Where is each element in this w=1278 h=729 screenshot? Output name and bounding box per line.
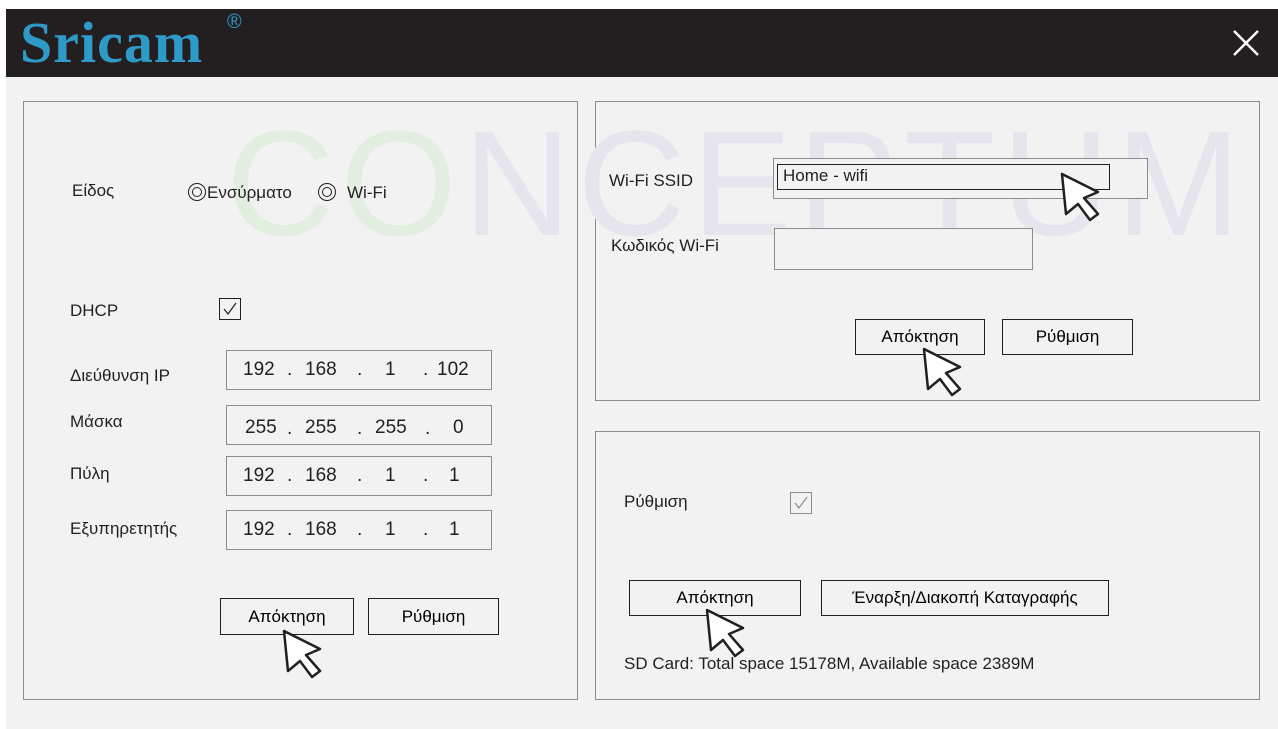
octet: 1 bbox=[449, 465, 460, 486]
octet: 1 bbox=[449, 519, 460, 540]
sd-card-status: SD Card: Total space 15178M, Available s… bbox=[624, 654, 1035, 673]
dhcp-label: DHCP bbox=[70, 301, 119, 320]
field-label-ip: Διεύθυνση IP bbox=[70, 366, 170, 385]
wifi-password-input[interactable] bbox=[774, 228, 1033, 270]
wifi-password-label: Κωδικός Wi-Fi bbox=[611, 236, 719, 255]
ip-address-input[interactable]: 192 . 168 . 1 . 102 bbox=[226, 350, 492, 390]
octet: 168 bbox=[305, 359, 337, 380]
wifi-radio[interactable] bbox=[318, 183, 336, 201]
check-icon bbox=[794, 496, 808, 509]
octet: 168 bbox=[305, 465, 337, 486]
record-get-button[interactable]: Απόκτηση bbox=[629, 580, 801, 616]
network-get-button[interactable]: Απόκτηση bbox=[220, 598, 354, 635]
field-label-mask: Μάσκα bbox=[70, 412, 123, 431]
network-set-button[interactable]: Ρύθμιση bbox=[368, 598, 499, 635]
gateway-input[interactable]: 192 . 168 . 1 . 1 bbox=[226, 456, 492, 496]
check-icon bbox=[223, 302, 237, 315]
dhcp-checkbox[interactable] bbox=[219, 298, 241, 320]
ssid-input[interactable]: Home - wifi bbox=[773, 158, 1148, 199]
field-label-dns: Εξυπηρετητής bbox=[70, 519, 178, 538]
title-bar: Sricam ® bbox=[6, 9, 1278, 77]
type-label: Είδος bbox=[72, 181, 115, 200]
octet: 255 bbox=[245, 417, 277, 438]
subnet-mask-input[interactable]: 255 . 255 . 255 . 0 bbox=[226, 405, 492, 445]
brand-logo: Sricam bbox=[20, 10, 204, 75]
octet: 102 bbox=[437, 359, 469, 380]
octet: 192 bbox=[243, 465, 275, 486]
octet: 1 bbox=[385, 359, 396, 380]
wifi-option-label[interactable]: Wi-Fi bbox=[347, 183, 387, 203]
octet: 1 bbox=[385, 519, 396, 540]
field-label-gateway: Πύλη bbox=[70, 464, 110, 483]
octet: 168 bbox=[305, 519, 337, 540]
octet: 255 bbox=[375, 417, 407, 438]
ssid-label: Wi-Fi SSID bbox=[609, 171, 694, 190]
octet: 255 bbox=[305, 417, 337, 438]
dns-server-input[interactable]: 192 . 168 . 1 . 1 bbox=[226, 510, 492, 550]
record-setting-label: Ρύθμιση bbox=[624, 492, 688, 511]
start-stop-recording-button[interactable]: Έναρξη/Διακοπή Καταγραφής bbox=[821, 580, 1109, 616]
record-setting-checkbox[interactable] bbox=[790, 492, 812, 514]
octet: 192 bbox=[243, 519, 275, 540]
octet: 0 bbox=[453, 417, 464, 438]
registered-mark: ® bbox=[227, 11, 242, 33]
ssid-value: Home - wifi bbox=[783, 166, 869, 185]
wired-option-label[interactable]: Ενσύρματο bbox=[207, 183, 292, 203]
wired-radio[interactable] bbox=[188, 183, 206, 201]
wifi-set-button[interactable]: Ρύθμιση bbox=[1002, 319, 1133, 355]
octet: 1 bbox=[385, 465, 396, 486]
octet: 192 bbox=[243, 359, 275, 380]
wifi-get-button[interactable]: Απόκτηση bbox=[855, 319, 985, 355]
close-icon[interactable] bbox=[1228, 25, 1264, 61]
